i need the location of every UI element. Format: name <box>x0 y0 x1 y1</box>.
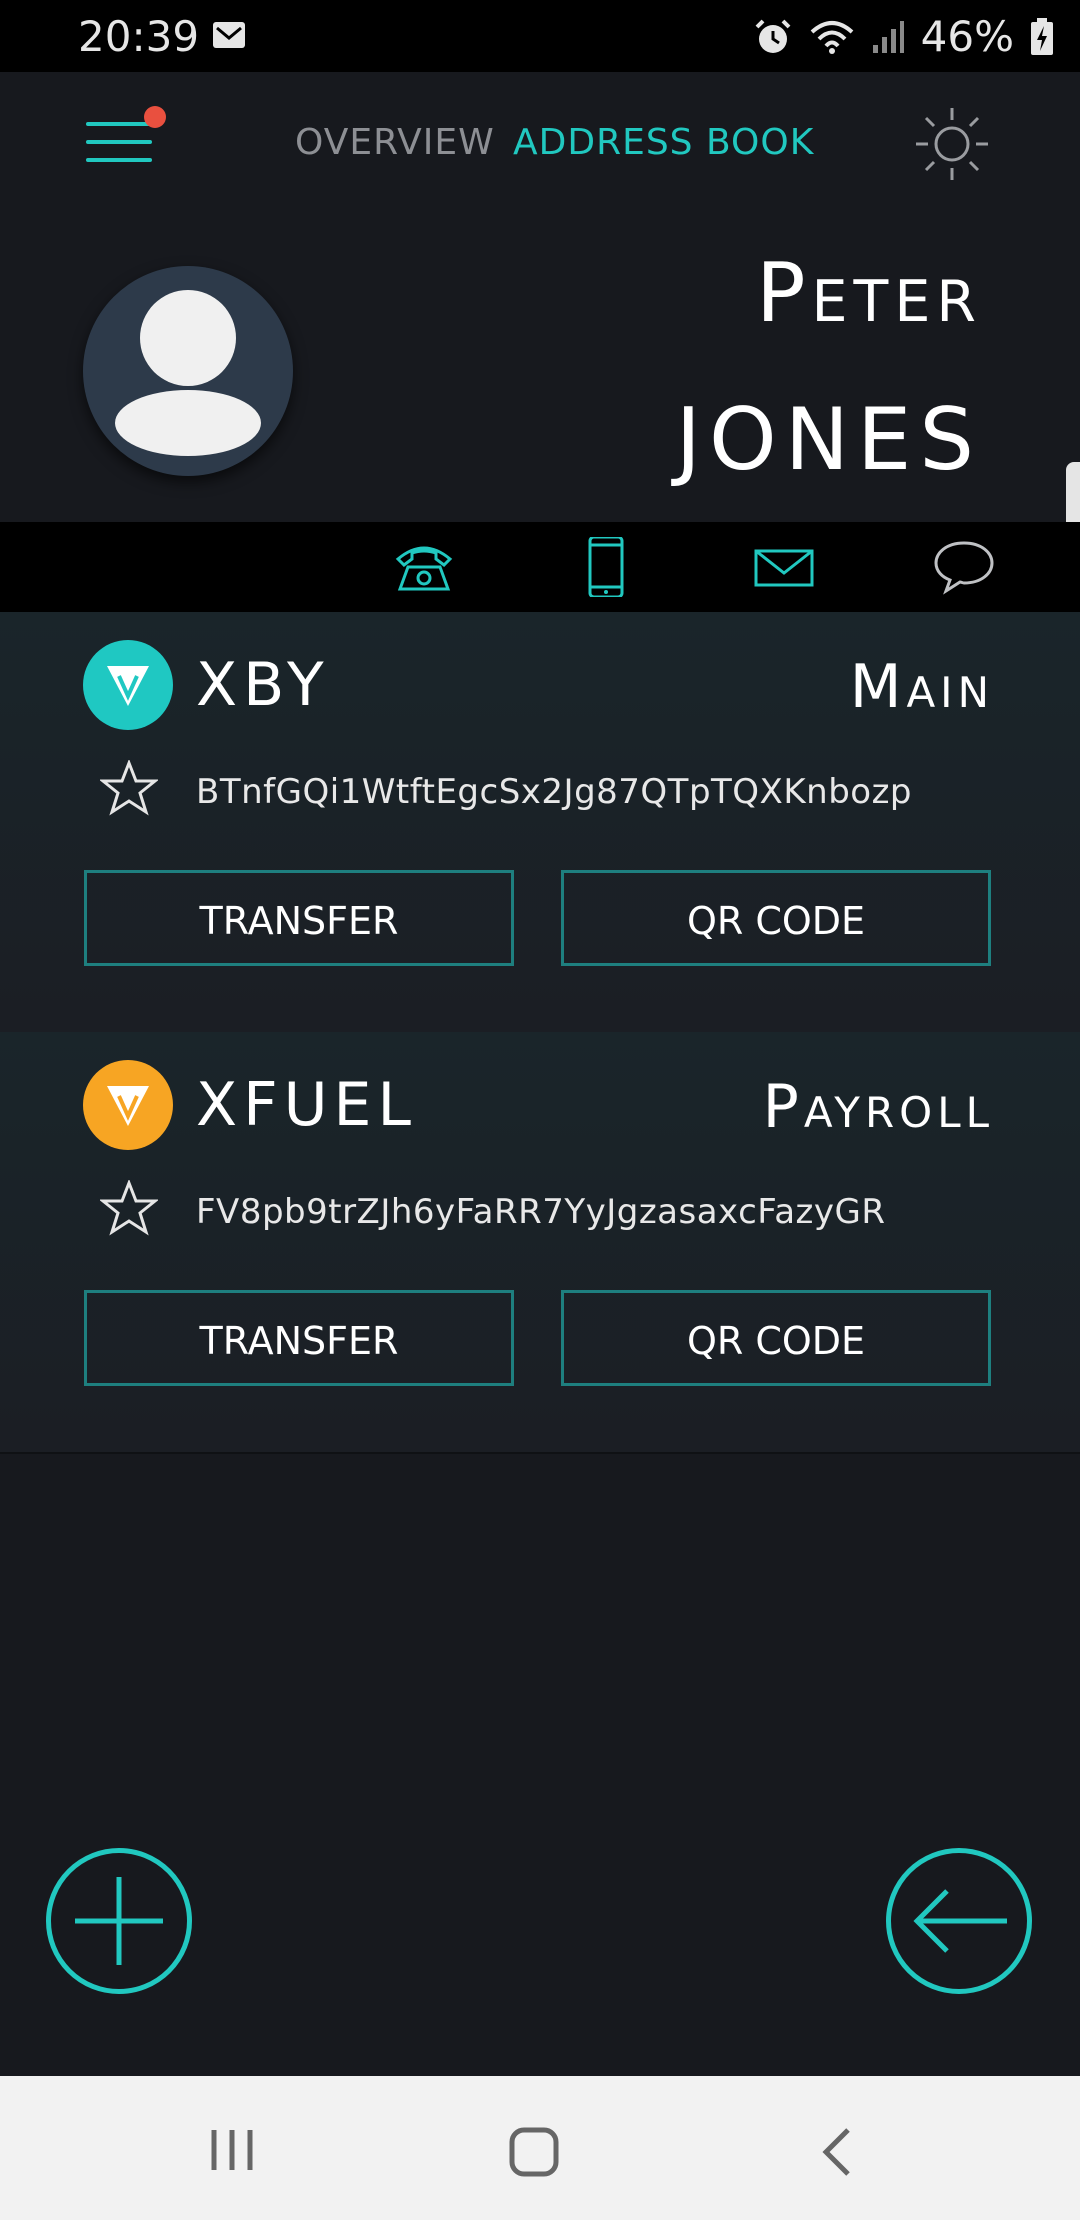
coin-name: XFUEL <box>196 1070 417 1140</box>
transfer-button[interactable]: TRANSFER <box>84 870 514 966</box>
user-avatar-icon <box>83 266 293 476</box>
wallet-label: Payroll <box>762 1072 994 1142</box>
home-icon[interactable] <box>508 2126 560 2178</box>
tab-address-book[interactable]: ADDRESS BOOK <box>513 122 814 163</box>
contact-last-name: JONES <box>675 390 982 490</box>
signal-icon <box>872 20 904 53</box>
recent-apps-icon[interactable] <box>208 2126 256 2174</box>
star-icon[interactable] <box>100 760 158 816</box>
contact-actions-bar <box>0 522 1080 612</box>
back-button[interactable] <box>886 1848 1032 1994</box>
alarm-icon <box>755 19 791 53</box>
xfuel-logo-icon <box>83 1060 173 1150</box>
wallet-card: XFUEL Payroll FV8pb9trZJh6yFaRR7YyJgzasa… <box>0 1032 1080 1454</box>
wallet-address: BTnfGQi1WtftEgcSx2Jg87QTpTQXKnbozp <box>196 772 913 812</box>
xby-logo-icon <box>83 640 173 730</box>
wallet-label: Main <box>849 652 994 722</box>
mobile-phone-icon[interactable] <box>574 537 638 597</box>
wallet-card: XBY Main BTnfGQi1WtftEgcSx2Jg87QTpTQXKnb… <box>0 612 1080 1034</box>
qr-code-button[interactable]: QR CODE <box>561 870 991 966</box>
phone-icon[interactable] <box>392 537 456 597</box>
qr-code-button[interactable]: QR CODE <box>561 1290 991 1386</box>
chat-bubble-icon[interactable] <box>932 537 996 597</box>
status-icons: 46% <box>753 12 1054 61</box>
battery-charging-icon <box>1031 17 1053 55</box>
contact-first-name: Peter <box>756 246 982 341</box>
coin-name: XBY <box>196 650 330 720</box>
sun-icon <box>916 108 988 180</box>
status-bar: 20:39 46% <box>0 0 1080 72</box>
notification-dot <box>144 106 166 128</box>
mail-icon <box>213 22 245 48</box>
transfer-button[interactable]: TRANSFER <box>84 1290 514 1386</box>
plus-circle-icon <box>75 1877 163 1965</box>
star-icon[interactable] <box>100 1180 158 1236</box>
wallet-address: FV8pb9trZJh6yFaRR7YyJgzasaxcFazyGR <box>196 1192 886 1232</box>
back-icon[interactable] <box>818 2126 858 2178</box>
status-time: 20:39 <box>78 12 200 61</box>
battery-percent: 46% <box>920 12 1014 61</box>
wifi-icon <box>810 20 853 54</box>
mail-icon[interactable] <box>752 537 816 597</box>
tab-overview[interactable]: OVERVIEW <box>295 122 495 163</box>
system-nav-bar <box>0 2076 1080 2220</box>
settings-button[interactable] <box>912 104 992 184</box>
add-button[interactable] <box>46 1848 192 1994</box>
arrow-left-circle-icon <box>913 1889 1007 1953</box>
menu-button[interactable] <box>86 106 166 170</box>
